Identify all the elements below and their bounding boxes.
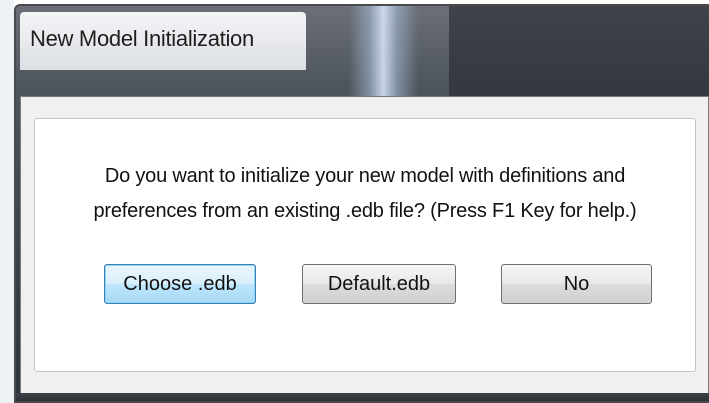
window-bottom-border (16, 393, 709, 401)
choose-edb-button[interactable]: Choose .edb (104, 264, 256, 304)
desktop-edge (0, 0, 14, 403)
message-line-1: Do you want to initialize your new model… (104, 165, 626, 187)
dialog-window: New Model Initialization Do you want to … (14, 4, 709, 403)
no-button[interactable]: No (501, 264, 652, 304)
dialog-title: New Model Initialization (30, 26, 254, 51)
message-panel: Do you want to initialize your new model… (34, 118, 696, 372)
message-line-2: preferences from an existing .edb file? … (93, 200, 637, 222)
default-edb-button[interactable]: Default.edb (302, 264, 456, 304)
screen: New Model Initialization Do you want to … (0, 0, 709, 403)
dialog-client-area: Do you want to initialize your new model… (20, 96, 709, 395)
dialog-message: Do you want to initialize your new model… (35, 159, 695, 229)
